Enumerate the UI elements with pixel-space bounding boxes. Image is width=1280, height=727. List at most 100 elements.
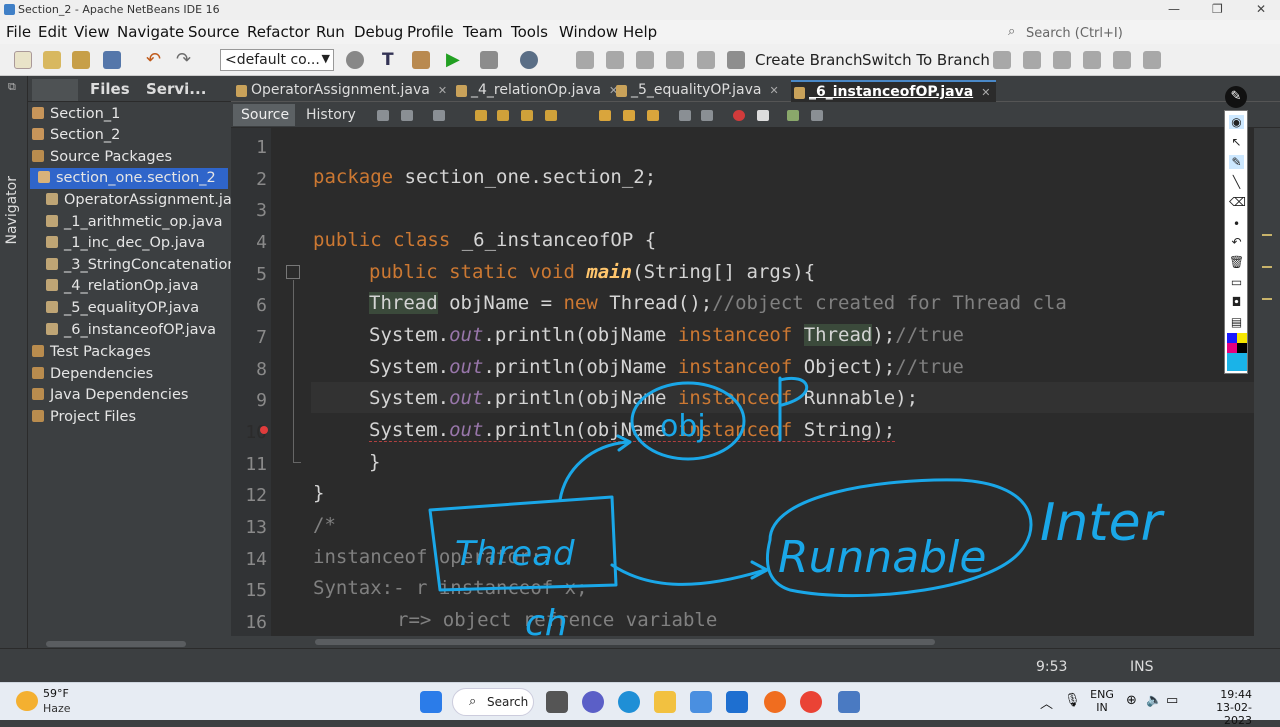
find-next-icon[interactable] — [521, 110, 533, 121]
git-icon-1[interactable] — [576, 51, 594, 69]
prev-bookmark-icon[interactable] — [599, 110, 611, 121]
menu-team[interactable]: Team — [463, 23, 503, 41]
shift-left-icon[interactable] — [679, 110, 691, 121]
pen-icon[interactable]: ✎ — [1229, 155, 1244, 169]
editor-vertical-scrollbar[interactable] — [1254, 128, 1280, 648]
tree-item-section-1[interactable]: Section_1 — [32, 106, 120, 122]
netbeans-taskbar-icon[interactable] — [838, 691, 860, 713]
tree-item-file[interactable]: _1_arithmetic_op.java — [46, 214, 223, 230]
tab-equality-op[interactable]: _5_equalityOP.java ✕ — [613, 80, 779, 102]
trash-icon[interactable]: 🗑 — [1229, 255, 1244, 269]
fold-toggle-icon[interactable] — [286, 265, 300, 279]
eye-icon[interactable]: ◉ — [1229, 115, 1244, 129]
tab-relation-op[interactable]: _4_relationOp.java ✕ — [453, 80, 618, 102]
store-icon[interactable] — [690, 691, 712, 713]
code-editor[interactable]: 1 2 3 4 5 6 7 8 9 10 11 12 13 14 15 16 p… — [231, 128, 1254, 636]
navigator-pin-icon[interactable]: ⧉ — [8, 80, 16, 94]
profile-icon[interactable] — [520, 51, 538, 69]
create-branch-button[interactable]: Create Branch — [755, 51, 863, 69]
stop-macro-icon[interactable] — [757, 110, 769, 121]
tree-item-file[interactable]: _3_StringConcatenation — [46, 257, 237, 273]
tree-item-java-dependencies[interactable]: Java Dependencies — [32, 387, 188, 403]
windows-start-icon[interactable] — [420, 691, 442, 713]
tab-services[interactable]: Servi... — [146, 80, 206, 98]
navigator-tab[interactable]: Navigator — [4, 176, 20, 245]
tree-item-file[interactable]: _1_inc_dec_Op.java — [46, 235, 205, 251]
close-tab-icon[interactable]: ✕ — [438, 84, 447, 97]
tab-files[interactable]: Files — [90, 80, 130, 98]
eraser-icon[interactable]: ⌫ — [1229, 195, 1246, 209]
source-button[interactable]: Source — [233, 104, 295, 126]
tree-item-file[interactable]: OperatorAssignment.java — [46, 192, 249, 208]
color-swatch-blue[interactable] — [1227, 333, 1237, 343]
git-icon-6[interactable] — [993, 51, 1011, 69]
menu-help[interactable]: Help — [623, 23, 657, 41]
firefox-icon[interactable] — [764, 691, 786, 713]
menu-run[interactable]: Run — [316, 23, 345, 41]
tree-item-file[interactable]: _4_relationOp.java — [46, 278, 199, 294]
toggle-bookmark-icon[interactable] — [647, 110, 659, 121]
tree-item-project-files[interactable]: Project Files — [32, 409, 136, 425]
menu-edit[interactable]: Edit — [38, 23, 67, 41]
configuration-select[interactable]: <default co... ▼ — [220, 49, 334, 71]
git-icon-5[interactable] — [697, 51, 715, 69]
record-macro-icon[interactable] — [733, 110, 745, 121]
run-icon[interactable]: ▶ — [446, 51, 464, 69]
debug-icon[interactable] — [480, 51, 498, 69]
battery-icon[interactable]: ▭ — [1166, 693, 1178, 708]
tab-instanceof-op[interactable]: _6_instanceofOP.java ✕ — [791, 80, 997, 102]
weather-icon[interactable] — [16, 691, 38, 711]
menu-tools[interactable]: Tools — [511, 23, 548, 41]
git-icon-3[interactable] — [636, 51, 654, 69]
menu-navigate[interactable]: Navigate — [117, 23, 184, 41]
git-icon-8[interactable] — [1053, 51, 1071, 69]
menu-profile[interactable]: Profile — [407, 23, 454, 41]
menu-source[interactable]: Source — [188, 23, 240, 41]
git-icon-7[interactable] — [1023, 51, 1041, 69]
git-icon-4[interactable] — [666, 51, 684, 69]
minimize-icon[interactable]: — — [1168, 2, 1180, 16]
color-swatch-magenta[interactable] — [1227, 343, 1237, 353]
new-project-icon[interactable] — [43, 51, 61, 69]
shift-right-icon[interactable] — [701, 110, 713, 121]
maximize-icon[interactable]: ❐ — [1212, 2, 1223, 16]
volume-icon[interactable]: 🔈 — [1146, 693, 1162, 708]
tree-item-file[interactable]: _6_instanceofOP.java — [46, 322, 216, 338]
menu-debug[interactable]: Debug — [354, 23, 403, 41]
teams-icon[interactable] — [582, 691, 604, 713]
menu-file[interactable]: File — [6, 23, 31, 41]
menu-view[interactable]: View — [74, 23, 110, 41]
git-icon-11[interactable] — [1143, 51, 1161, 69]
screen-icon[interactable]: ▭ — [1229, 275, 1244, 289]
forward-icon[interactable] — [433, 110, 445, 121]
new-file-icon[interactable] — [14, 51, 32, 69]
clock[interactable]: 19:44 13-02-2023 — [1196, 688, 1252, 727]
chrome-icon[interactable] — [800, 691, 822, 713]
redo-icon[interactable]: ↷ — [176, 51, 194, 69]
mail-icon[interactable] — [726, 691, 748, 713]
close-tab-icon[interactable]: ✕ — [981, 86, 990, 99]
line-icon[interactable]: ╲ — [1229, 175, 1244, 189]
file-explorer-icon[interactable] — [654, 691, 676, 713]
taskbar-search[interactable]: ⌕ Search — [452, 688, 534, 716]
clipboard-icon[interactable]: ▤ — [1229, 315, 1244, 329]
undo-icon[interactable]: ↶ — [146, 51, 164, 69]
error-marker-icon[interactable] — [260, 426, 268, 434]
tree-item-package[interactable]: section_one.section_2 — [38, 170, 216, 186]
color-swatch-cyan[interactable] — [1227, 353, 1247, 371]
editor-horizontal-scrollbar[interactable] — [231, 636, 1254, 648]
close-tab-icon[interactable]: ✕ — [769, 84, 778, 97]
microphone-icon[interactable]: 🎙 — [1064, 693, 1081, 708]
close-icon[interactable]: ✕ — [1256, 2, 1266, 16]
find-icon[interactable] — [475, 110, 487, 121]
save-all-icon[interactable] — [103, 51, 121, 69]
tab-operator-assignment[interactable]: OperatorAssignment.java ✕ — [233, 80, 447, 102]
pointer-icon[interactable]: ↖ — [1229, 135, 1244, 149]
globe-network-icon[interactable]: ⊕ — [1126, 693, 1137, 708]
menu-refactor[interactable]: Refactor — [247, 23, 310, 41]
dot-icon[interactable]: • — [1229, 217, 1244, 231]
tree-item-dependencies[interactable]: Dependencies — [32, 366, 153, 382]
color-swatch-black[interactable] — [1237, 343, 1247, 353]
tree-item-source-packages[interactable]: Source Packages — [32, 149, 172, 165]
edge-icon[interactable] — [618, 691, 640, 713]
